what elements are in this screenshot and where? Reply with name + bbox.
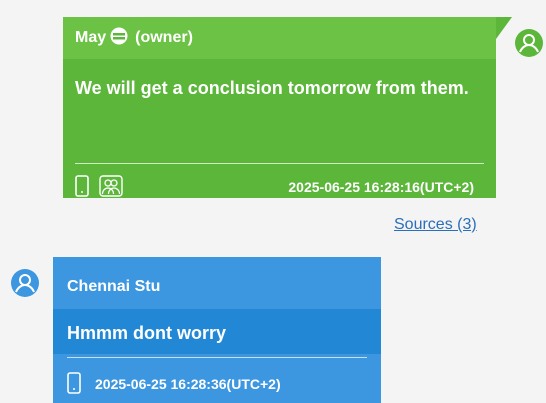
footer-divider (67, 357, 367, 358)
avatar-icon[interactable] (10, 268, 40, 298)
message-footer: 2025-06-25 16:28:16(UTC+2) (75, 173, 474, 201)
phone-icon[interactable] (67, 371, 81, 397)
sender-name: Chennai Stu (67, 278, 161, 295)
message-timestamp: 2025-06-25 16:28:36(UTC+2) (95, 376, 281, 392)
message-bubble-outgoing: May (owner) We will get a conclusion tom… (63, 17, 512, 201)
message-timestamp: 2025-06-25 16:28:16(UTC+2) (288, 179, 474, 195)
message-header: Chennai Stu (67, 273, 160, 301)
phone-icon[interactable] (75, 174, 89, 200)
footer-divider (75, 163, 484, 164)
message-bubble-incoming: Chennai Stu Hmmm dont worry 2025-06-25 1… (53, 257, 381, 403)
message-text: We will get a conclusion tomorrow from t… (75, 78, 469, 98)
message-text: Hmmm dont worry (67, 323, 227, 343)
sender-name: May (75, 29, 107, 46)
emoji-icon (109, 26, 129, 51)
message-footer: 2025-06-25 16:28:36(UTC+2) (67, 371, 281, 397)
message-header: May (owner) (63, 17, 205, 59)
sources-link[interactable]: Sources (3) (394, 216, 477, 234)
sender-role: (owner) (135, 29, 193, 46)
avatar-icon[interactable] (514, 28, 544, 58)
group-icon[interactable] (99, 174, 123, 200)
bubble-tail (496, 17, 512, 39)
